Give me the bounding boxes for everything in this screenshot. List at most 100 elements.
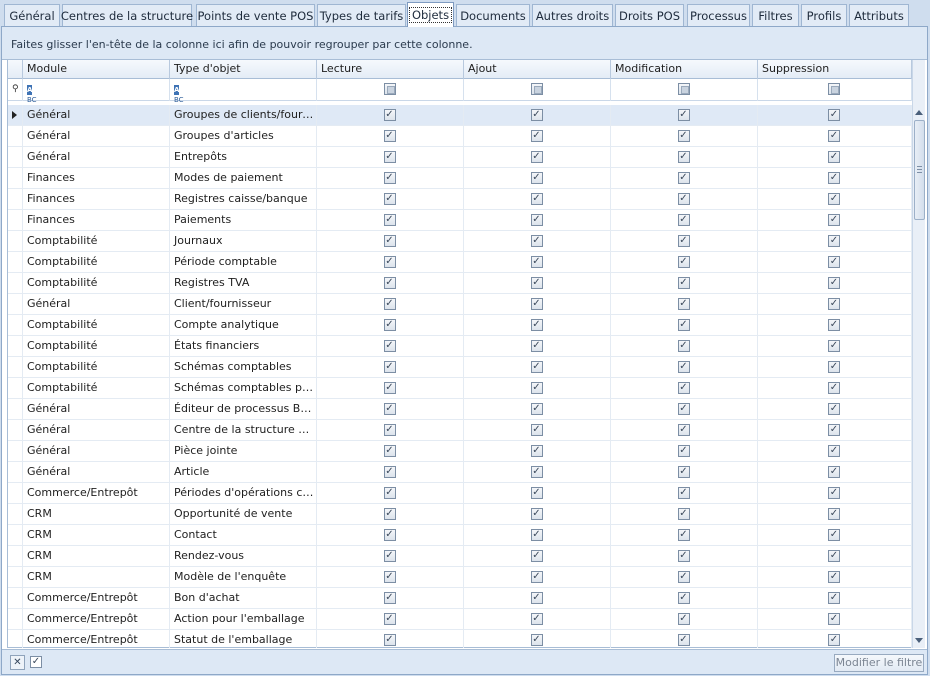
object-type-cell[interactable]: Compte analytique <box>170 315 317 336</box>
filter-enabled-checkbox[interactable]: ✓ <box>30 656 42 668</box>
delete-permission-checkbox[interactable]: ✓ <box>828 571 840 583</box>
read-permission-checkbox[interactable]: ✓ <box>383 361 396 373</box>
read-permission-checkbox[interactable]: ✓ <box>383 130 396 142</box>
filter-cell-1[interactable]: ABC <box>170 79 317 104</box>
module-cell[interactable]: Général <box>23 420 170 441</box>
tab-documents[interactable]: Documents <box>456 4 530 26</box>
table-row[interactable]: Comptabilité Schémas comptables ✓ ✓ ✓ ✓ <box>8 357 912 378</box>
read-permission-checkbox[interactable]: ✓ <box>383 151 396 163</box>
row-indicator[interactable] <box>8 504 23 525</box>
module-cell[interactable]: Commerce/Entrepôt <box>23 630 170 648</box>
add-permission-checkbox[interactable]: ✓ <box>530 172 543 184</box>
row-indicator[interactable] <box>8 315 23 336</box>
row-indicator[interactable] <box>8 105 23 126</box>
module-cell[interactable]: Comptabilité <box>23 357 170 378</box>
read-permission-checkbox[interactable]: ✓ <box>383 214 396 226</box>
object-type-cell[interactable]: Paiements <box>170 210 317 231</box>
table-row[interactable]: Comptabilité Compte analytique ✓ ✓ ✓ ✓ <box>8 315 912 336</box>
delete-permission-checkbox[interactable]: ✓ <box>828 340 840 352</box>
filter-checkbox[interactable] <box>677 83 690 95</box>
module-cell[interactable]: Général <box>23 105 170 126</box>
add-permission-checkbox[interactable]: ✓ <box>530 508 543 520</box>
column-header-2[interactable]: Lecture <box>317 60 464 79</box>
modify-permission-checkbox[interactable]: ✓ <box>677 382 690 394</box>
column-header-4[interactable]: Modification <box>611 60 758 79</box>
tab-processus[interactable]: Processus <box>687 4 750 26</box>
add-permission-checkbox[interactable]: ✓ <box>530 592 543 604</box>
scroll-up-icon[interactable] <box>915 110 923 115</box>
module-cell[interactable]: Finances <box>23 189 170 210</box>
add-permission-checkbox[interactable]: ✓ <box>530 403 543 415</box>
add-permission-checkbox[interactable]: ✓ <box>530 550 543 562</box>
filter-cell-0[interactable]: ABC <box>23 79 170 104</box>
delete-permission-checkbox[interactable]: ✓ <box>828 634 840 646</box>
modify-permission-checkbox[interactable]: ✓ <box>677 424 690 436</box>
modify-permission-checkbox[interactable]: ✓ <box>677 277 690 289</box>
modify-permission-checkbox[interactable]: ✓ <box>677 235 690 247</box>
filter-checkbox[interactable] <box>383 83 396 95</box>
modify-permission-checkbox[interactable]: ✓ <box>677 508 690 520</box>
module-cell[interactable]: Général <box>23 147 170 168</box>
module-cell[interactable]: Comptabilité <box>23 273 170 294</box>
row-indicator[interactable] <box>8 399 23 420</box>
module-cell[interactable]: Comptabilité <box>23 378 170 399</box>
add-permission-checkbox[interactable]: ✓ <box>530 130 543 142</box>
table-row[interactable]: CRM Rendez-vous ✓ ✓ ✓ ✓ <box>8 546 912 567</box>
row-indicator[interactable] <box>8 378 23 399</box>
read-permission-checkbox[interactable]: ✓ <box>383 172 396 184</box>
table-row[interactable]: CRM Modèle de l'enquête ✓ ✓ ✓ ✓ <box>8 567 912 588</box>
modify-permission-checkbox[interactable]: ✓ <box>677 613 690 625</box>
add-permission-checkbox[interactable]: ✓ <box>530 361 543 373</box>
table-row[interactable]: Général Article ✓ ✓ ✓ ✓ <box>8 462 912 483</box>
table-row[interactable]: Comptabilité Journaux ✓ ✓ ✓ ✓ <box>8 231 912 252</box>
read-permission-checkbox[interactable]: ✓ <box>383 382 396 394</box>
module-cell[interactable]: Général <box>23 462 170 483</box>
group-by-panel[interactable]: Faites glisser l'en-tête de la colonne i… <box>2 27 927 60</box>
row-indicator[interactable] <box>8 357 23 378</box>
object-type-cell[interactable]: Contact <box>170 525 317 546</box>
row-indicator[interactable] <box>8 462 23 483</box>
read-permission-checkbox[interactable]: ✓ <box>383 571 396 583</box>
scroll-thumb[interactable] <box>914 120 925 220</box>
object-type-cell[interactable]: Pièce jointe <box>170 441 317 462</box>
tab-points-de-vente-pos[interactable]: Points de vente POS <box>196 4 315 26</box>
table-row[interactable]: Finances Modes de paiement ✓ ✓ ✓ ✓ <box>8 168 912 189</box>
add-permission-checkbox[interactable]: ✓ <box>530 487 543 499</box>
read-permission-checkbox[interactable]: ✓ <box>383 235 396 247</box>
table-row[interactable]: Finances Registres caisse/banque ✓ ✓ ✓ ✓ <box>8 189 912 210</box>
modify-permission-checkbox[interactable]: ✓ <box>677 319 690 331</box>
add-permission-checkbox[interactable]: ✓ <box>530 151 543 163</box>
delete-permission-checkbox[interactable]: ✓ <box>828 592 840 604</box>
row-indicator[interactable] <box>8 168 23 189</box>
module-cell[interactable]: Général <box>23 126 170 147</box>
tab-autres-droits[interactable]: Autres droits <box>532 4 613 26</box>
modify-permission-checkbox[interactable]: ✓ <box>677 193 690 205</box>
filter-cell-4[interactable] <box>611 79 758 101</box>
add-permission-checkbox[interactable]: ✓ <box>530 214 543 226</box>
delete-permission-checkbox[interactable]: ✓ <box>828 235 840 247</box>
delete-permission-checkbox[interactable]: ✓ <box>828 445 840 457</box>
table-row[interactable]: Général Centre de la structure de... ✓ ✓ ✓ ✓ <box>8 420 912 441</box>
row-indicator[interactable] <box>8 525 23 546</box>
delete-permission-checkbox[interactable]: ✓ <box>828 487 840 499</box>
add-permission-checkbox[interactable]: ✓ <box>530 382 543 394</box>
row-indicator[interactable] <box>8 294 23 315</box>
module-cell[interactable]: CRM <box>23 504 170 525</box>
delete-permission-checkbox[interactable]: ✓ <box>828 382 840 394</box>
modify-permission-checkbox[interactable]: ✓ <box>677 634 690 646</box>
modify-permission-checkbox[interactable]: ✓ <box>677 361 690 373</box>
row-indicator[interactable] <box>8 483 23 504</box>
object-type-cell[interactable]: Entrepôts <box>170 147 317 168</box>
object-type-cell[interactable]: Article <box>170 462 317 483</box>
table-row[interactable]: Général Groupes d'articles ✓ ✓ ✓ ✓ <box>8 126 912 147</box>
module-cell[interactable]: Commerce/Entrepôt <box>23 609 170 630</box>
add-permission-checkbox[interactable]: ✓ <box>530 235 543 247</box>
delete-permission-checkbox[interactable]: ✓ <box>828 319 840 331</box>
row-indicator[interactable] <box>8 210 23 231</box>
object-type-cell[interactable]: Centre de la structure de... <box>170 420 317 441</box>
modify-permission-checkbox[interactable]: ✓ <box>677 172 690 184</box>
object-type-cell[interactable]: Modèle de l'enquête <box>170 567 317 588</box>
module-cell[interactable]: Commerce/Entrepôt <box>23 483 170 504</box>
add-permission-checkbox[interactable]: ✓ <box>530 424 543 436</box>
object-type-cell[interactable]: États financiers <box>170 336 317 357</box>
